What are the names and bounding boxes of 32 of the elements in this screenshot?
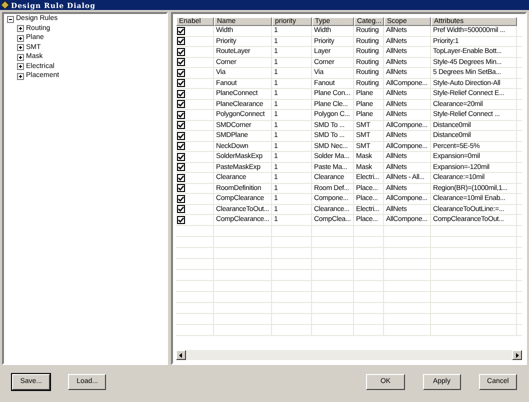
expand-icon[interactable]: [17, 72, 24, 80]
checkbox[interactable]: [177, 121, 185, 130]
scroll-right-button[interactable]: [512, 350, 522, 360]
checkbox[interactable]: [177, 79, 185, 88]
app-icon: [1, 1, 9, 9]
expand-icon[interactable]: [17, 54, 24, 61]
horizontal-scrollbar[interactable]: [176, 350, 522, 360]
scroll-left-button[interactable]: [176, 350, 186, 360]
checkbox[interactable]: [177, 184, 185, 192]
checkbox[interactable]: [177, 132, 185, 140]
expand-icon[interactable]: [17, 25, 24, 32]
checkbox[interactable]: [177, 26, 185, 35]
checkbox[interactable]: [177, 100, 185, 108]
expand-icon[interactable]: [17, 44, 24, 52]
checkbox[interactable]: [177, 68, 185, 77]
right-arrow-icon: [515, 352, 519, 358]
checkbox[interactable]: [177, 163, 185, 172]
checkbox[interactable]: [177, 174, 185, 182]
expand-icon[interactable]: [17, 63, 24, 70]
checkbox[interactable]: [177, 37, 185, 46]
checkbox[interactable]: [177, 205, 185, 214]
checkbox[interactable]: [177, 194, 185, 203]
checkbox[interactable]: [177, 216, 185, 224]
collapse-icon[interactable]: [7, 16, 14, 23]
left-arrow-icon: [179, 352, 183, 358]
checkbox[interactable]: [177, 48, 185, 56]
checkbox[interactable]: [177, 142, 185, 150]
expand-icon[interactable]: [17, 34, 24, 42]
checkbox[interactable]: [177, 58, 185, 66]
checkbox[interactable]: [177, 90, 185, 98]
checkbox[interactable]: [177, 110, 185, 119]
checkbox[interactable]: [177, 152, 185, 161]
